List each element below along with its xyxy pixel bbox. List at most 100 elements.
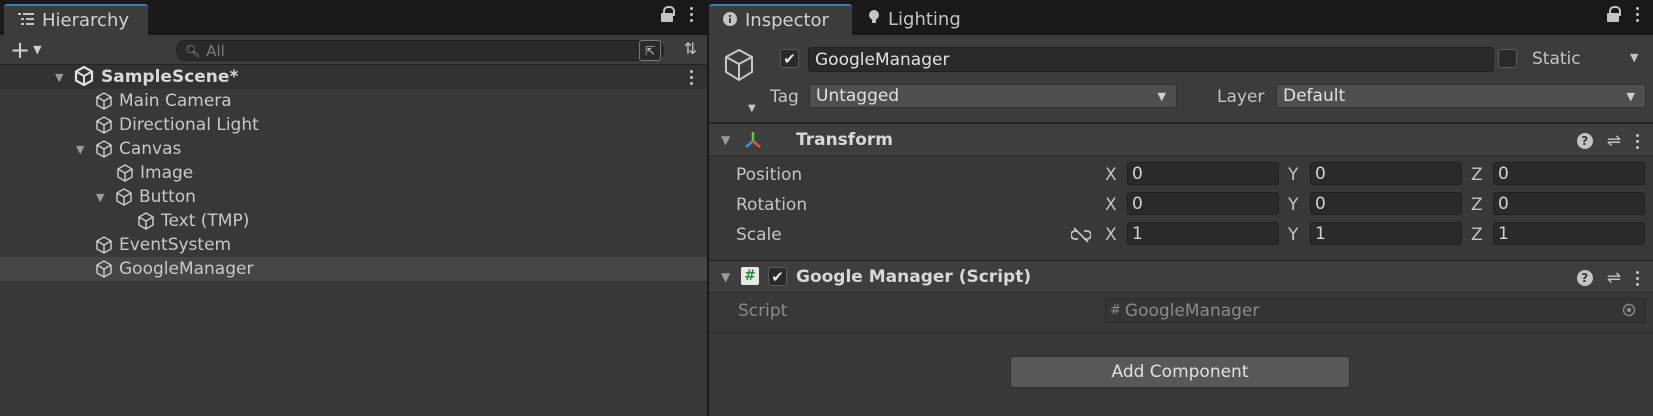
help-icon[interactable]: ? xyxy=(1576,270,1593,286)
hierarchy-search-input[interactable]: 🔍︎ All ⇱ xyxy=(176,40,664,61)
scene-visibility-icon[interactable]: ⇅ xyxy=(684,39,697,58)
expand-arrow-icon[interactable]: ▼ xyxy=(96,191,114,204)
scene-row[interactable]: ▼ SampleScene* xyxy=(0,65,707,89)
script-component-header[interactable]: ▼ # ✔ Google Manager (Script) ? ⇌ xyxy=(709,260,1653,293)
expand-arrow-icon[interactable]: ▼ xyxy=(55,71,69,84)
axis-z-label[interactable]: Z xyxy=(1471,225,1483,245)
tree-item-canvas[interactable]: ▼ Canvas xyxy=(0,137,707,161)
tree-item-text-tmp[interactable]: Text (TMP) xyxy=(0,209,707,233)
more-options-icon[interactable] xyxy=(689,6,693,22)
static-dropdown-icon[interactable]: ▼ xyxy=(1630,51,1638,64)
add-component-button[interactable]: Add Component xyxy=(1010,356,1350,388)
tag-value: Untagged xyxy=(816,86,900,106)
position-x-field[interactable]: 0 xyxy=(1127,162,1279,185)
tab-inspector[interactable]: Inspector xyxy=(709,4,852,35)
scale-row: Scale X 1 Y 1 Z 1 xyxy=(709,222,1653,248)
object-picker-icon[interactable] xyxy=(1622,302,1636,322)
lightbulb-icon xyxy=(868,9,880,30)
chevron-down-icon: ▼ xyxy=(1157,89,1166,103)
position-label: Position xyxy=(736,165,803,185)
more-options-icon[interactable] xyxy=(1635,6,1639,22)
axis-y-label[interactable]: Y xyxy=(1288,195,1298,215)
object-name-field[interactable]: GoogleManager xyxy=(808,47,1494,72)
tree-item-image[interactable]: Image xyxy=(0,161,707,185)
lock-icon[interactable] xyxy=(661,6,675,22)
more-options-icon[interactable] xyxy=(1635,133,1639,149)
presets-icon[interactable]: ⇌ xyxy=(1607,131,1621,151)
hierarchy-panel: Hierarchy + ▼ 🔍︎ All ⇱ ⇅ ▼ SampleScene* … xyxy=(0,0,707,416)
gameobject-icon[interactable] xyxy=(721,47,757,83)
axis-x-label[interactable]: X xyxy=(1105,165,1117,185)
help-icon[interactable]: ? xyxy=(1576,133,1593,149)
gameobject-icon xyxy=(117,164,133,182)
tree-item-label: Button xyxy=(139,187,196,207)
position-z-value: 0 xyxy=(1498,163,1509,184)
axis-z-label[interactable]: Z xyxy=(1471,195,1483,215)
expand-arrow-icon[interactable]: ▼ xyxy=(76,143,94,156)
tab-lighting[interactable]: Lighting xyxy=(854,4,984,35)
position-z-field[interactable]: 0 xyxy=(1493,162,1645,185)
collapse-arrow-icon[interactable]: ▼ xyxy=(721,133,730,147)
more-options-icon[interactable] xyxy=(1635,270,1639,286)
tree-item-main-camera[interactable]: Main Camera xyxy=(0,89,707,113)
position-x-value: 0 xyxy=(1132,163,1143,184)
rotation-z-field[interactable]: 0 xyxy=(1493,192,1645,215)
layer-label: Layer xyxy=(1217,87,1265,107)
position-y-value: 0 xyxy=(1315,163,1326,184)
rotation-x-value: 0 xyxy=(1132,193,1143,214)
tree-item-directional-light[interactable]: Directional Light xyxy=(0,113,707,137)
axis-x-label[interactable]: X xyxy=(1105,195,1117,215)
tab-inspector-label: Inspector xyxy=(745,10,829,31)
axis-y-label[interactable]: Y xyxy=(1288,225,1298,245)
rotation-x-field[interactable]: 0 xyxy=(1127,192,1279,215)
search-mode-icon[interactable]: ⇱ xyxy=(639,40,661,61)
search-icon: 🔍︎ xyxy=(185,43,201,58)
transform-axes-icon xyxy=(743,130,763,155)
chevron-down-icon: ▼ xyxy=(1626,89,1635,103)
plus-icon: + xyxy=(10,36,31,64)
info-icon xyxy=(723,10,737,31)
layer-dropdown[interactable]: Default ▼ xyxy=(1276,84,1646,108)
presets-icon[interactable]: ⇌ xyxy=(1607,268,1621,288)
unity-scene-icon xyxy=(74,65,94,91)
tab-hierarchy-label: Hierarchy xyxy=(42,10,130,31)
icon-dropdown-caret-icon[interactable]: ▼ xyxy=(748,103,756,114)
lock-icon[interactable] xyxy=(1607,6,1621,22)
active-checkbox[interactable]: ✔ xyxy=(780,49,799,68)
script-component-body: Script # GoogleManager xyxy=(709,293,1653,333)
script-label: Script xyxy=(738,301,788,321)
gameobject-icon xyxy=(96,116,112,134)
transform-body: Position X 0 Y 0 Z 0 Rotation X 0 Y 0 Z … xyxy=(709,156,1653,260)
gameobject-icon xyxy=(138,212,154,230)
transform-header[interactable]: ▼ Transform ? ⇌ xyxy=(709,123,1653,156)
hierarchy-list-icon xyxy=(18,10,34,31)
collapse-arrow-icon[interactable]: ▼ xyxy=(721,270,730,284)
tab-hierarchy[interactable]: Hierarchy xyxy=(4,4,148,35)
scale-z-field[interactable]: 1 xyxy=(1493,222,1645,245)
script-enabled-checkbox[interactable]: ✔ xyxy=(768,267,787,286)
axis-x-label[interactable]: X xyxy=(1105,225,1117,245)
create-button[interactable]: + ▼ xyxy=(10,38,42,62)
tree-item-label: Image xyxy=(140,163,194,183)
static-checkbox[interactable] xyxy=(1498,49,1517,68)
scene-name: SampleScene* xyxy=(101,67,239,87)
tree-item-googlemanager[interactable]: GoogleManager xyxy=(0,257,707,281)
axis-z-label[interactable]: Z xyxy=(1471,165,1483,185)
rotation-z-value: 0 xyxy=(1498,193,1509,214)
script-hash-icon: # xyxy=(1110,303,1121,318)
scale-x-field[interactable]: 1 xyxy=(1127,222,1279,245)
tab-lighting-label: Lighting xyxy=(888,9,961,30)
scene-options-icon[interactable] xyxy=(689,70,693,85)
checkmark-icon: ✔ xyxy=(771,267,784,286)
tree-item-button[interactable]: ▼ Button xyxy=(0,185,707,209)
axis-y-label[interactable]: Y xyxy=(1288,165,1298,185)
tag-dropdown[interactable]: Untagged ▼ xyxy=(809,84,1177,108)
scale-label: Scale xyxy=(736,225,782,245)
rotation-y-field[interactable]: 0 xyxy=(1310,192,1462,215)
tree-item-label: Text (TMP) xyxy=(161,211,250,231)
scale-y-field[interactable]: 1 xyxy=(1310,222,1462,245)
position-y-field[interactable]: 0 xyxy=(1310,162,1462,185)
constrain-proportions-icon[interactable] xyxy=(1070,226,1092,249)
tree-item-eventsystem[interactable]: EventSystem xyxy=(0,233,707,257)
tree-item-label: GoogleManager xyxy=(119,259,254,279)
